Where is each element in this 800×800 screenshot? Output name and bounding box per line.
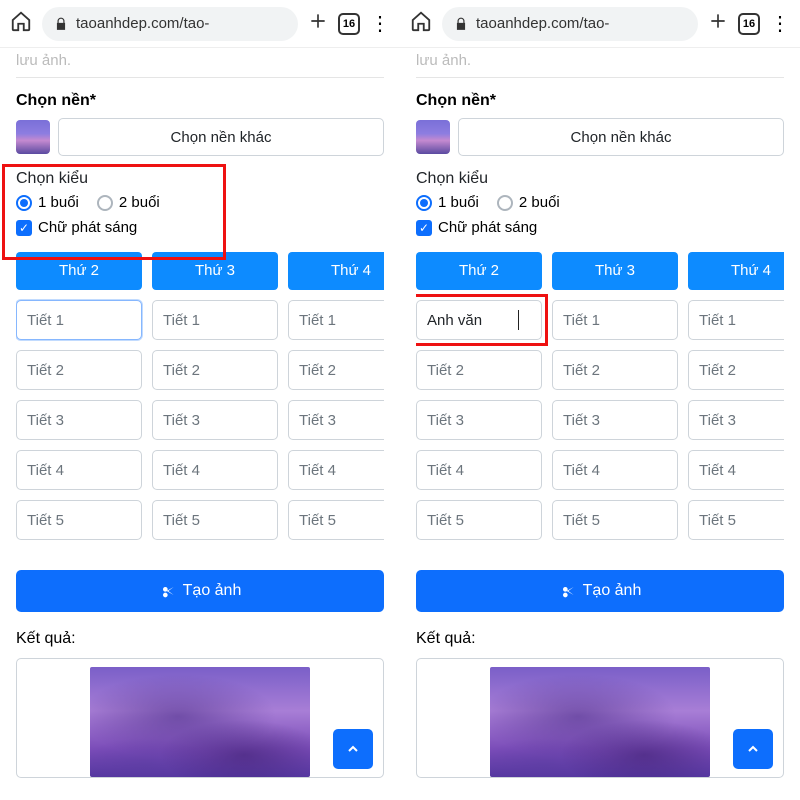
url-bar[interactable]: taoanhdep.com/tao- xyxy=(42,7,298,41)
period-input[interactable]: Tiết 3 xyxy=(288,400,384,440)
scissors-icon xyxy=(559,583,575,599)
result-image xyxy=(90,667,310,777)
create-label: Tạo ảnh xyxy=(183,582,242,600)
period-input[interactable]: Tiết 4 xyxy=(688,450,784,490)
radio-one-session[interactable]: 1 buổi xyxy=(16,194,79,211)
result-image xyxy=(490,667,710,777)
checkbox-glow-label: Chữ phát sáng xyxy=(38,219,137,236)
chevron-up-icon xyxy=(345,741,361,757)
day-header: Thứ 2 xyxy=(16,252,142,290)
radio-two-sessions[interactable]: 2 buổi xyxy=(497,194,560,211)
period-input[interactable]: Tiết 3 xyxy=(16,400,142,440)
period-input[interactable]: Tiết 3 xyxy=(416,400,542,440)
tab-count[interactable]: 16 xyxy=(338,13,360,35)
day-header: Thứ 3 xyxy=(152,252,278,290)
menu-icon[interactable]: ⋮ xyxy=(370,14,390,34)
period-input[interactable]: Tiết 2 xyxy=(552,350,678,390)
period-input[interactable]: Tiết 4 xyxy=(16,450,142,490)
scroll-top-button[interactable] xyxy=(333,729,373,769)
checkbox-glow-label: Chữ phát sáng xyxy=(438,219,537,236)
create-image-button[interactable]: Tạo ảnh xyxy=(416,570,784,612)
period-input[interactable]: Tiết 2 xyxy=(152,350,278,390)
style-label: Chọn kiểu xyxy=(416,170,784,188)
result-label: Kết quả: xyxy=(16,630,384,648)
day-header: Thứ 2 xyxy=(416,252,542,290)
period-input[interactable]: Tiết 2 xyxy=(288,350,384,390)
period-input[interactable]: Tiết 5 xyxy=(288,500,384,540)
result-area xyxy=(416,658,784,778)
result-area xyxy=(16,658,384,778)
period-input[interactable]: Tiết 5 xyxy=(152,500,278,540)
period-input[interactable]: Tiết 5 xyxy=(552,500,678,540)
bg-thumbnail[interactable] xyxy=(416,120,450,154)
period-input[interactable]: Tiết 4 xyxy=(152,450,278,490)
checkbox-glow[interactable]: ✓ Chữ phát sáng xyxy=(416,219,784,236)
period-input[interactable]: Tiết 4 xyxy=(552,450,678,490)
day-header: Thứ 4 xyxy=(288,252,384,290)
url-bar[interactable]: taoanhdep.com/tao- xyxy=(442,7,698,41)
period-input[interactable]: Anh văn xyxy=(416,300,542,340)
period-input[interactable]: Tiết 3 xyxy=(152,400,278,440)
result-label: Kết quả: xyxy=(416,630,784,648)
home-icon[interactable] xyxy=(410,10,432,37)
period-input[interactable]: Tiết 5 xyxy=(16,500,142,540)
period-input[interactable]: Tiết 1 xyxy=(688,300,784,340)
style-label: Chọn kiểu xyxy=(16,170,384,188)
create-label: Tạo ảnh xyxy=(583,582,642,600)
faded-prev-text: lưu ảnh. xyxy=(416,48,784,78)
checkbox-glow[interactable]: ✓ Chữ phát sáng xyxy=(16,219,384,236)
period-input[interactable]: Tiết 3 xyxy=(552,400,678,440)
bg-label: Chọn nền* xyxy=(416,92,784,110)
scissors-icon xyxy=(159,583,175,599)
menu-icon[interactable]: ⋮ xyxy=(770,14,790,34)
period-input[interactable]: Tiết 3 xyxy=(688,400,784,440)
new-tab-icon[interactable] xyxy=(708,11,728,36)
create-image-button[interactable]: Tạo ảnh xyxy=(16,570,384,612)
radio-one-label: 1 buổi xyxy=(38,194,79,211)
period-input[interactable]: Tiết 1 xyxy=(152,300,278,340)
period-input[interactable]: Tiết 5 xyxy=(688,500,784,540)
home-icon[interactable] xyxy=(10,10,32,37)
radio-two-sessions[interactable]: 2 buổi xyxy=(97,194,160,211)
bg-thumbnail[interactable] xyxy=(16,120,50,154)
faded-prev-text: lưu ảnh. xyxy=(16,48,384,78)
day-header: Thứ 3 xyxy=(552,252,678,290)
period-input[interactable]: Tiết 4 xyxy=(288,450,384,490)
period-input[interactable]: Tiết 1 xyxy=(288,300,384,340)
period-input[interactable]: Tiết 2 xyxy=(416,350,542,390)
radio-two-label: 2 buổi xyxy=(119,194,160,211)
lock-icon xyxy=(454,17,468,31)
radio-two-label: 2 buổi xyxy=(519,194,560,211)
bg-label: Chọn nền* xyxy=(16,92,384,110)
period-input[interactable]: Tiết 2 xyxy=(16,350,142,390)
choose-bg-button[interactable]: Chọn nền khác xyxy=(458,118,784,156)
period-input[interactable]: Tiết 1 xyxy=(552,300,678,340)
choose-bg-button[interactable]: Chọn nền khác xyxy=(58,118,384,156)
scroll-top-button[interactable] xyxy=(733,729,773,769)
period-input[interactable]: Tiết 5 xyxy=(416,500,542,540)
url-text: taoanhdep.com/tao- xyxy=(476,15,609,32)
new-tab-icon[interactable] xyxy=(308,11,328,36)
url-text: taoanhdep.com/tao- xyxy=(76,15,209,32)
day-header: Thứ 4 xyxy=(688,252,784,290)
radio-one-session[interactable]: 1 buổi xyxy=(416,194,479,211)
period-input[interactable]: Tiết 2 xyxy=(688,350,784,390)
chevron-up-icon xyxy=(745,741,761,757)
period-input[interactable]: Tiết 1 xyxy=(16,300,142,340)
radio-one-label: 1 buổi xyxy=(438,194,479,211)
lock-icon xyxy=(54,17,68,31)
tab-count[interactable]: 16 xyxy=(738,13,760,35)
period-input[interactable]: Tiết 4 xyxy=(416,450,542,490)
